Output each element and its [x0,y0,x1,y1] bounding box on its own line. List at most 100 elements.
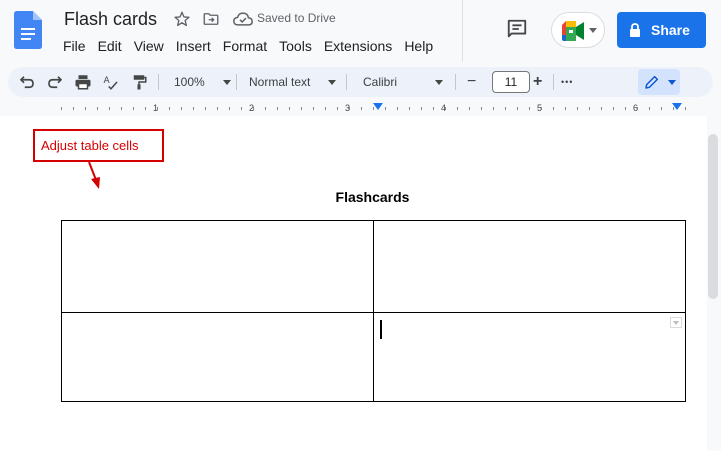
print-icon [75,75,91,90]
ruler-tick [409,107,410,110]
ruler-tick [109,107,110,110]
pencil-icon [645,75,659,89]
ruler-tick [169,107,170,110]
menu-help[interactable]: Help [398,36,439,56]
document-heading: Flashcards [335,189,410,205]
paint-format-icon [133,75,147,90]
meet-button[interactable] [551,12,605,48]
annotation-callout: Adjust table cells [33,129,164,162]
style-value: Normal text [249,75,311,89]
print-button[interactable] [74,72,92,92]
menu-view[interactable]: View [128,36,170,56]
ruler-tick [577,107,578,110]
spellcheck-icon: A [104,76,118,90]
left-indent-marker[interactable] [373,103,383,110]
ruler-tick [553,107,554,110]
ruler-tick [517,107,518,110]
redo-button[interactable] [46,72,64,92]
ruler-tick [181,107,182,110]
document-title[interactable]: Flash cards [64,9,157,30]
ruler-tick [481,107,482,110]
minus-icon: − [467,73,477,90]
lock-icon [630,23,640,37]
ruler-tick [541,107,542,110]
table-cell-r2c2[interactable] [373,312,686,402]
ruler-tick [85,107,86,110]
style-select[interactable]: Normal text [249,72,337,92]
ruler-tick [205,107,206,110]
menu-format[interactable]: Format [217,36,273,56]
toolbar-separator [158,74,159,90]
meet-caret-icon [589,28,597,33]
ruler-tick [601,107,602,110]
font-size-input[interactable]: 11 [492,71,530,93]
ruler-tick [301,107,302,110]
ruler-tick [361,107,362,110]
table-cell-r1c1[interactable] [61,220,374,313]
menu-file[interactable]: File [57,36,92,56]
undo-button[interactable] [18,72,36,92]
scrollbar[interactable] [708,134,718,299]
editing-mode-button[interactable] [638,69,680,95]
flashcards-table[interactable] [61,220,686,402]
menu-edit[interactable]: Edit [92,36,128,56]
ruler-tick [433,107,434,110]
decrease-font-size-button[interactable]: − [467,72,476,92]
ruler-tick [277,107,278,110]
text-cursor [380,320,382,339]
comment-icon[interactable] [506,18,528,40]
table-cell-r1c2[interactable] [373,220,686,313]
ruler-tick [613,107,614,110]
save-status: Saved to Drive [257,11,336,25]
toolbar-separator [236,74,237,90]
font-size-value: 11 [504,75,518,89]
cloud-icon [233,12,253,26]
ruler-tick [649,107,650,110]
ruler-tick [373,107,374,110]
zoom-value: 100% [174,75,205,89]
ruler-tick [445,107,446,110]
chevron-down-icon [435,79,444,85]
menu-extensions[interactable]: Extensions [318,36,398,56]
header: Flash cards Saved to Drive File Edit Vie… [0,0,721,62]
ruler-tick [397,107,398,110]
meet-icon [562,21,584,41]
ruler-tick [673,107,674,110]
header-divider [462,0,463,62]
chevron-down-icon [222,79,231,85]
font-select[interactable]: Calibri [363,72,444,92]
ruler-tick [73,107,74,110]
toolbar: A 100% Normal text Calibri − 11 + ••• [8,67,713,97]
table-cell-r2c1[interactable] [61,312,374,402]
font-value: Calibri [363,75,398,89]
star-icon[interactable] [173,10,191,28]
cell-options-chevron-icon[interactable] [670,317,682,328]
ruler-tick [217,107,218,110]
paint-format-button[interactable] [130,72,148,92]
ruler-tick [661,107,662,110]
move-icon[interactable] [202,10,220,28]
toolbar-separator [455,74,456,90]
svg-text:A: A [104,76,111,86]
ruler-tick [625,107,626,110]
toolbar-separator [346,74,347,90]
ruler-tick [241,107,242,110]
toolbar-separator [553,74,554,90]
ruler-tick [121,107,122,110]
ruler-tick [229,107,230,110]
annotation-text: Adjust table cells [41,138,139,153]
more-button[interactable]: ••• [561,72,573,92]
ruler[interactable]: 1 2 3 4 5 6 [0,102,721,116]
ruler-tick [589,107,590,110]
menu-insert[interactable]: Insert [170,36,217,56]
share-button[interactable]: Share [617,12,706,48]
increase-font-size-button[interactable]: + [533,72,542,92]
menu-tools[interactable]: Tools [273,36,318,56]
docs-icon[interactable] [14,11,42,49]
zoom-select[interactable]: 100% [174,72,231,92]
ruler-tick [313,107,314,110]
ruler-tick [565,107,566,110]
ruler-tick [133,107,134,110]
ruler-tick [157,107,158,110]
spellcheck-button[interactable]: A [102,72,120,92]
